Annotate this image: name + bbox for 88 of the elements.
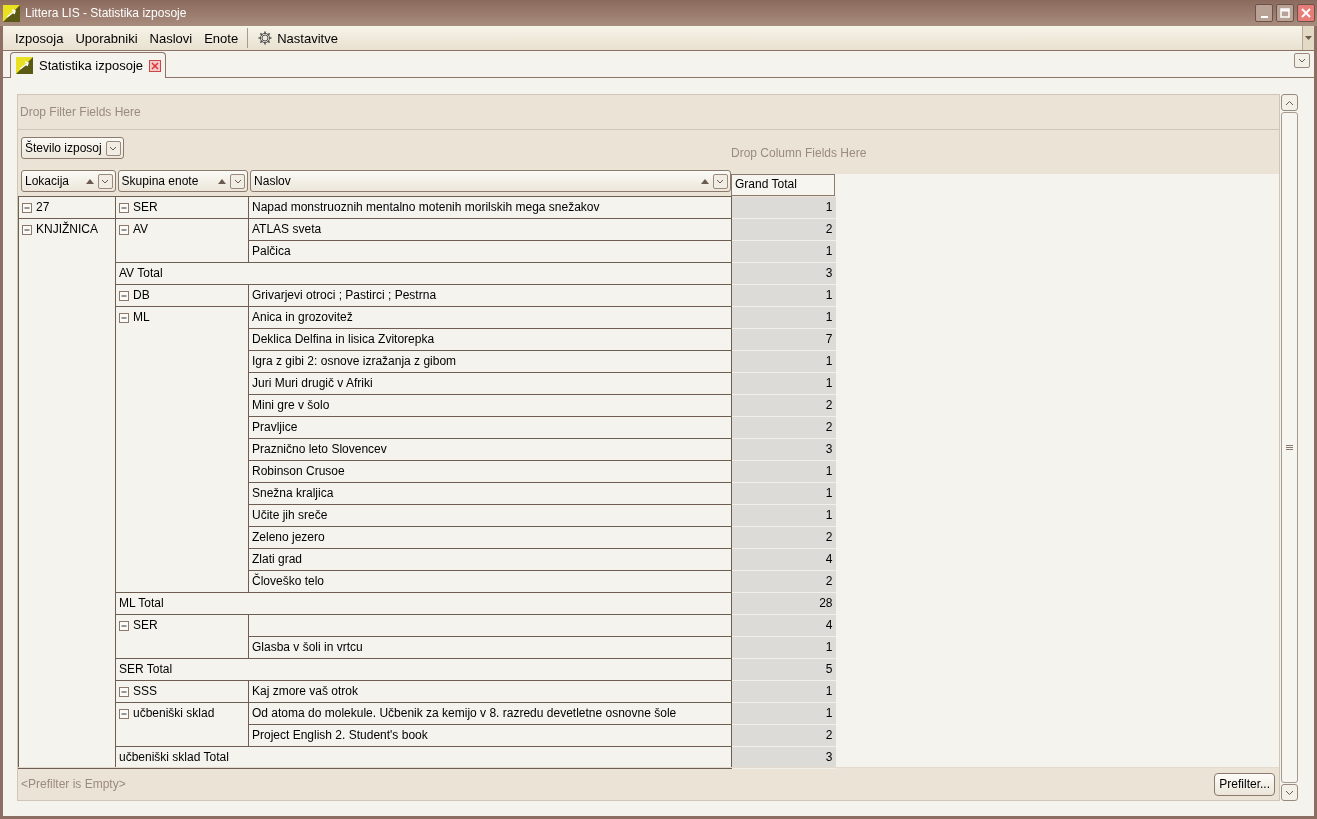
- app-logo-icon: [3, 4, 20, 22]
- close-icon: [1301, 8, 1311, 18]
- total-label-cell: učbeniški sklad Total: [115, 746, 732, 769]
- title-cell: Napad monstruoznih mentalno motenih morilskih mega snežakov: [248, 196, 732, 219]
- title-cell: Project English 2. Student's book: [248, 724, 732, 747]
- collapse-icon[interactable]: [22, 224, 32, 235]
- close-button[interactable]: [1297, 4, 1315, 22]
- chevron-down-icon: [1298, 57, 1306, 64]
- location-cell-label: KNJIŽNICA: [36, 220, 98, 238]
- chevron-down-icon: [233, 177, 242, 185]
- chevron-down-icon: [109, 144, 118, 152]
- caret-icon: [1305, 36, 1312, 40]
- dropdown-button[interactable]: [230, 173, 246, 189]
- title-cell: Juri Muri drugič v Afriki: [248, 372, 732, 395]
- tab-logo-icon: [16, 57, 33, 74]
- prefilter-status: <Prefilter is Empty>: [21, 777, 127, 791]
- total-label-cell: ML Total: [115, 592, 732, 615]
- collapse-icon[interactable]: [119, 708, 129, 719]
- scroll-down-button[interactable]: [1281, 784, 1298, 801]
- location-cell-label: 27: [36, 199, 50, 216]
- group-cell-label: DB: [133, 287, 150, 304]
- collapse-icon[interactable]: [119, 686, 129, 697]
- data-field-button[interactable]: Število izposoj: [21, 137, 124, 159]
- dropdown-button[interactable]: [105, 140, 121, 156]
- chevron-down-icon: [1285, 789, 1294, 796]
- row-field-button[interactable]: Naslov: [250, 170, 731, 192]
- group-cell-label: AV: [133, 221, 149, 238]
- title-cell: Učite jih sreče: [248, 504, 732, 527]
- chevron-up-icon: [1285, 99, 1294, 106]
- collapse-icon[interactable]: [119, 202, 129, 213]
- tab-close-icon[interactable]: [149, 59, 162, 72]
- collapse-icon[interactable]: [119, 290, 129, 301]
- tab[interactable]: Statistika izposoje: [10, 52, 167, 78]
- title-cell: Zeleno jezero: [248, 526, 732, 549]
- menu-item[interactable]: Naslovi: [143, 27, 199, 49]
- column-drop-hint: Drop Column Fields Here: [731, 145, 867, 160]
- title-cell: Igra z gibi 2: osnove izražanja z gibom: [248, 350, 732, 373]
- dropdown-button[interactable]: [97, 173, 113, 189]
- group-cell-label: SSS: [133, 683, 157, 700]
- title-cell: Človeško telo: [248, 570, 732, 593]
- title-cell: Robinson Crusoe: [248, 460, 732, 483]
- title-cell: Od atoma do molekule. Učbenik za kemijo v 8. razredu devetletne osnovne šole: [248, 702, 732, 725]
- minimize-button[interactable]: [1255, 4, 1273, 22]
- tab-list-button[interactable]: [1294, 53, 1310, 68]
- collapse-icon[interactable]: [119, 312, 129, 323]
- group-cell-label: ML: [133, 309, 150, 326]
- collapse-icon[interactable]: [119, 620, 129, 631]
- minimize-icon: [1260, 15, 1268, 18]
- collapse-icon[interactable]: [119, 224, 129, 235]
- scroll-up-button[interactable]: [1281, 94, 1298, 111]
- maximize-icon: [1280, 8, 1290, 18]
- title-cell: Palčica: [248, 240, 732, 263]
- filter-drop-hint: Drop Filter Fields Here: [20, 105, 141, 119]
- prefilter-button[interactable]: Prefilter...: [1214, 772, 1275, 796]
- title-cell: Praznično leto Slovencev: [248, 438, 732, 461]
- chevron-down-icon: [101, 177, 110, 185]
- title-cell: Mini gre v šolo: [248, 394, 732, 417]
- title-cell: ATLAS sveta: [248, 218, 732, 241]
- gear-icon: [257, 30, 274, 46]
- window-title: Littera LIS - Statistika izposoje: [25, 6, 188, 20]
- title-cell: Glasba v šoli in vrtcu: [248, 636, 732, 659]
- title-cell: Anica in grozovitež: [248, 306, 732, 329]
- group-cell-label: učbeniški sklad: [133, 705, 215, 722]
- row-field-button[interactable]: Skupina enote: [117, 170, 249, 192]
- menu-item[interactable]: Enote: [198, 27, 245, 49]
- title-cell: Pravljice: [248, 416, 732, 439]
- grip-icon: [1286, 445, 1293, 450]
- chevron-down-icon: [716, 177, 725, 185]
- title-cell: Snežna kraljica: [248, 482, 732, 505]
- title-cell: Kaj zmore vaš otrok: [248, 680, 732, 703]
- dropdown-button[interactable]: [713, 173, 728, 189]
- menu-item[interactable]: Uporabniki: [69, 27, 144, 49]
- group-cell-label: SER: [133, 199, 158, 216]
- tab-label[interactable]: Statistika izposoje: [39, 58, 144, 73]
- collapse-icon[interactable]: [22, 202, 32, 213]
- menu-item[interactable]: Nastavitve: [251, 27, 344, 49]
- title-cell: Grivarjevi otroci ; Pastirci ; Pestrna: [248, 284, 732, 307]
- total-label-cell: SER Total: [115, 658, 732, 681]
- menu-overflow-button[interactable]: [1302, 26, 1314, 50]
- title-cell: Zlati grad: [248, 548, 732, 571]
- maximize-button[interactable]: [1276, 4, 1294, 22]
- value-cell: 1: [731, 196, 836, 219]
- column-header: Grand Total: [731, 174, 835, 196]
- row-field-button[interactable]: Lokacija: [21, 170, 116, 192]
- group-cell-label: SER: [133, 617, 158, 634]
- total-label-cell: AV Total: [115, 262, 732, 285]
- title-cell: Deklica Delfina in lisica Zvitorepka: [248, 328, 732, 351]
- menu-item[interactable]: Izposoja: [9, 27, 70, 49]
